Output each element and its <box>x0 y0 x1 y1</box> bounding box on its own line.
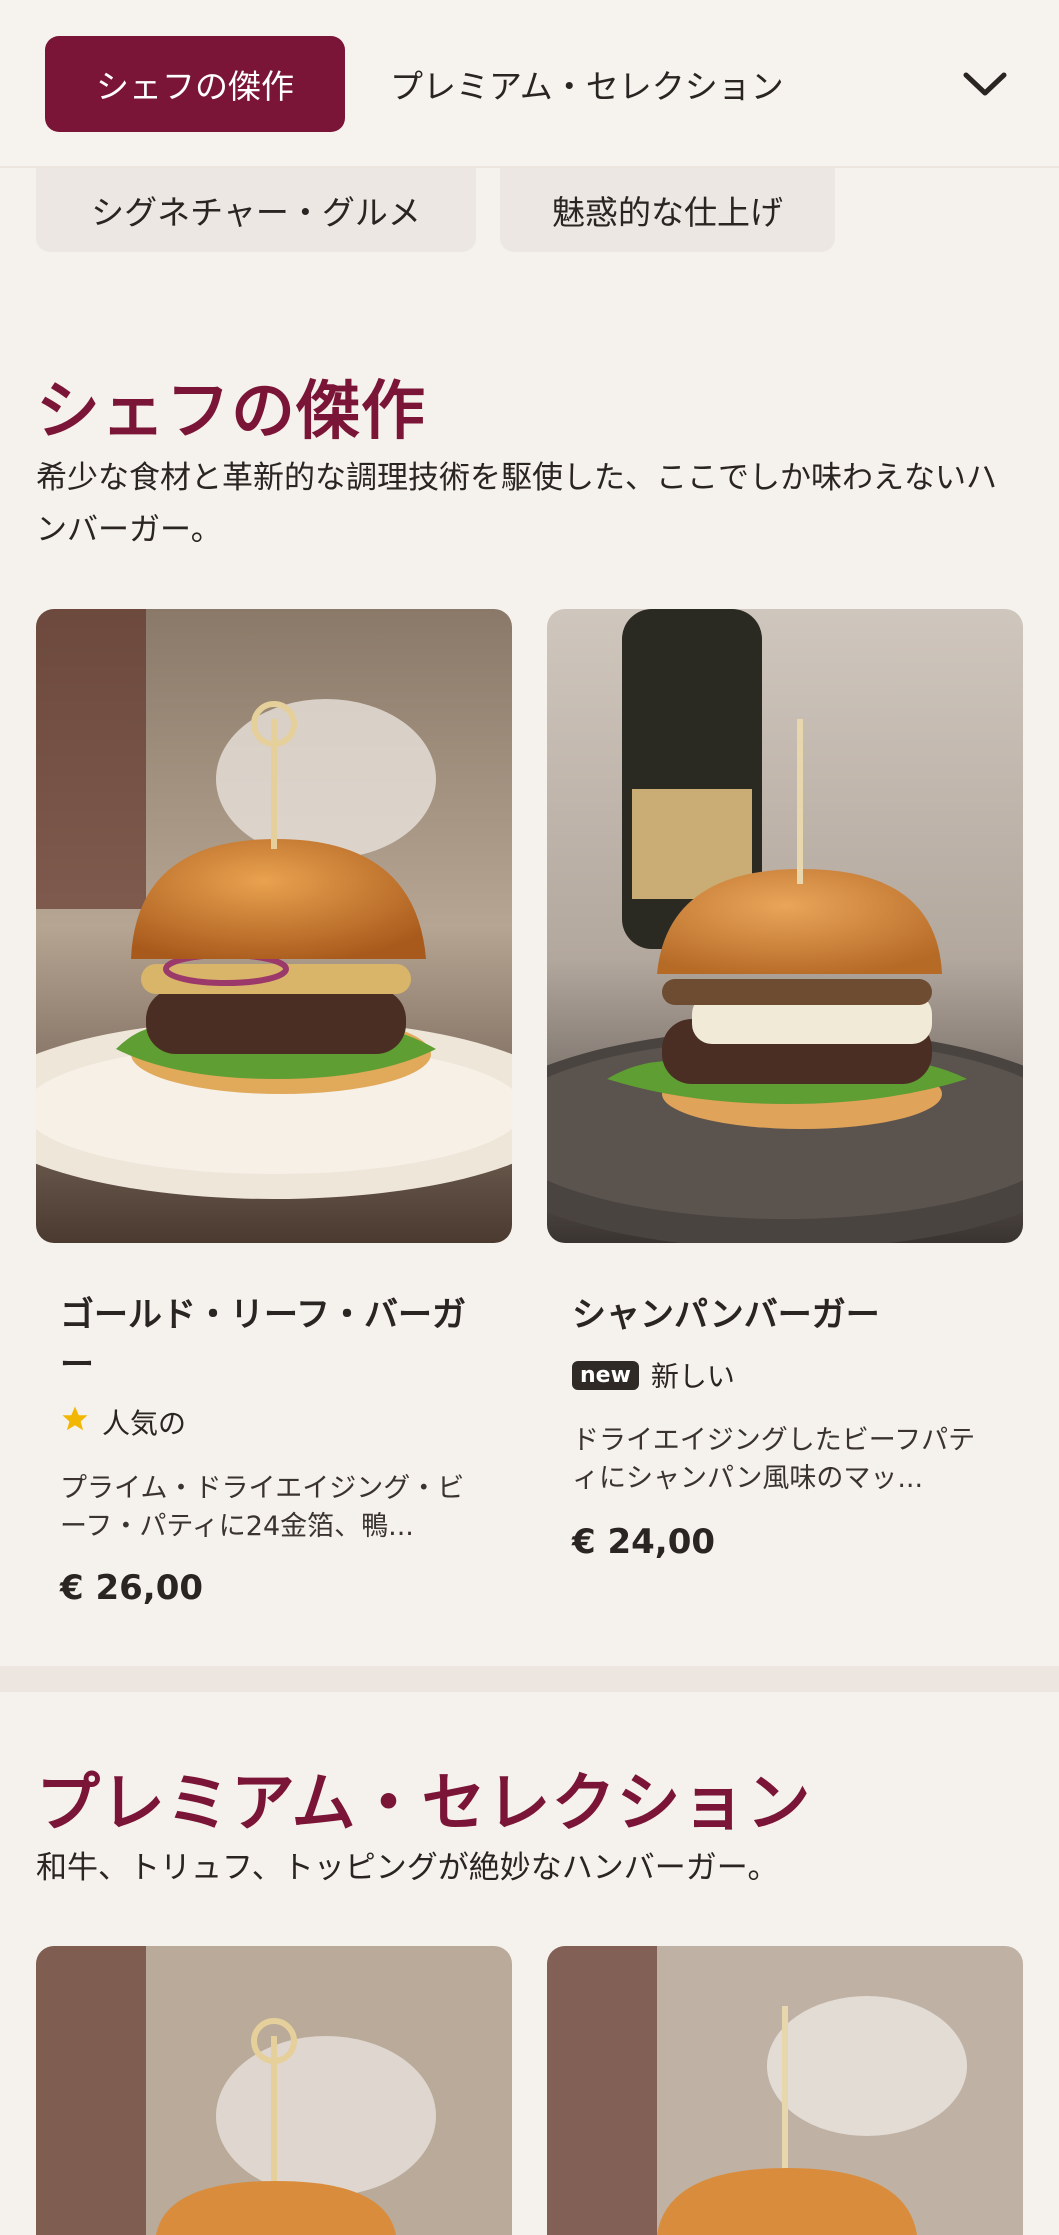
item-description: ドライエイジングしたビーフパティにシャンパン風味のマッ... <box>572 1425 976 1494</box>
section-divider <box>0 1666 1059 1692</box>
burger-image-gold-leaf[interactable] <box>36 609 512 1243</box>
chevron-down-icon[interactable] <box>950 54 1020 114</box>
section-title: プレミアム・セレクション <box>36 1767 812 1841</box>
badge-text: 新しい <box>650 1360 735 1393</box>
burger-image-champagne[interactable] <box>547 609 1023 1243</box>
new-badge-row: new 新しい <box>572 1355 735 1395</box>
item-name[interactable]: ゴールド・リーフ・バーガー <box>60 1290 490 1390</box>
tab-signature-gourmet[interactable]: シグネチャー・グルメ <box>36 168 476 252</box>
popular-badge: 人気の <box>60 1402 186 1442</box>
burger-image[interactable] <box>547 1946 1023 2235</box>
burger-image[interactable] <box>36 1946 512 2235</box>
item-description: プライム・ドライエイジング・ビーフ・パティに24金箔、鴨... <box>60 1473 465 1542</box>
section-description: 和牛、トリュフ、トッピングが絶妙なハンバーガー。 <box>36 1850 779 1886</box>
new-badge: new <box>572 1360 639 1390</box>
star-icon <box>60 1404 90 1441</box>
section-title: シェフの傑作 <box>36 375 426 449</box>
tab-enchanting-finish[interactable]: 魅惑的な仕上げ <box>500 168 835 252</box>
tab-premium-selection[interactable]: プレミアム・セレクション <box>390 36 784 132</box>
item-price: € 24,00 <box>572 1522 716 1562</box>
section-description: 希少な食材と革新的な調理技術を駆使した、ここでしか味わえないハンバーガー。 <box>36 460 997 548</box>
tab-chef-masterpiece[interactable]: シェフの傑作 <box>45 36 345 132</box>
item-name[interactable]: シャンパンバーガー <box>572 1290 1002 1340</box>
item-price: € 26,00 <box>60 1568 204 1608</box>
category-nav: シェフの傑作 プレミアム・セレクション <box>0 0 1059 168</box>
badge-text: 人気の <box>102 1407 187 1440</box>
